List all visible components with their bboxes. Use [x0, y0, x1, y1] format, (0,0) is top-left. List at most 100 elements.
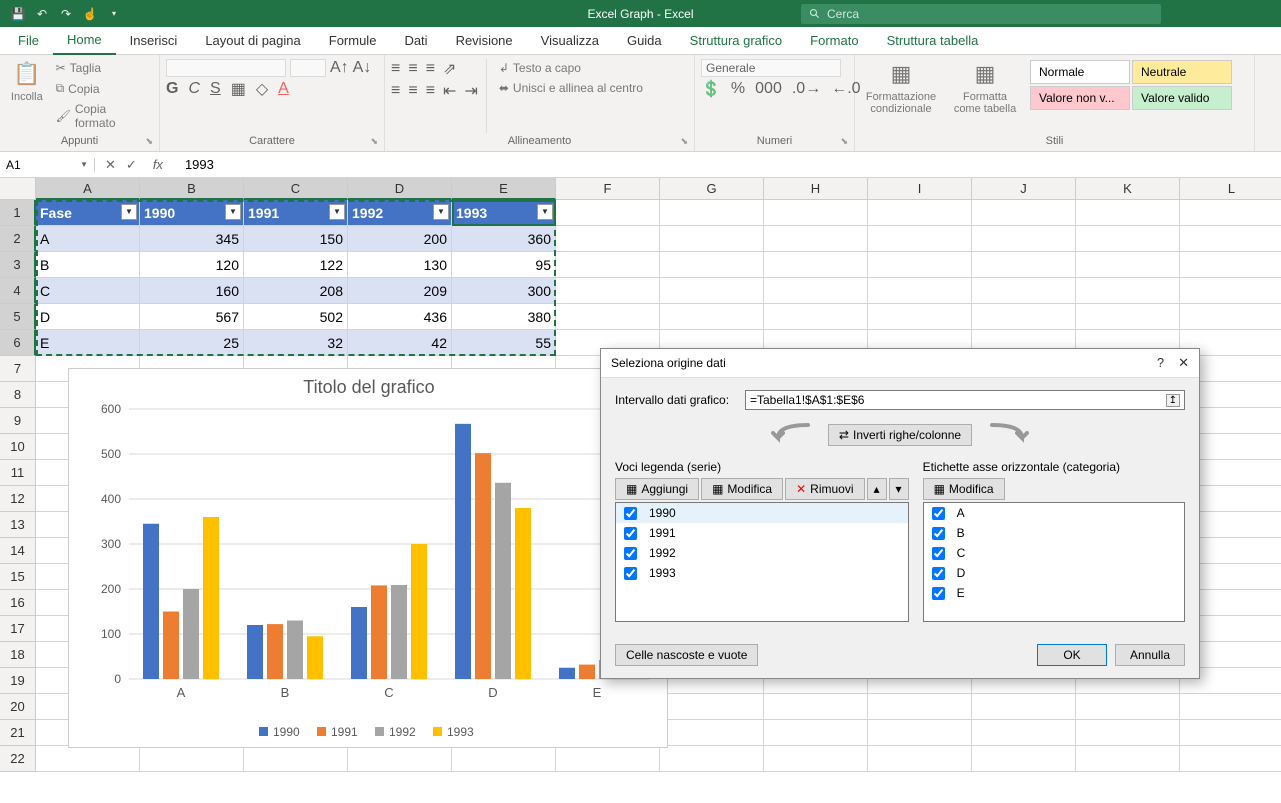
indent-inc-icon[interactable]: ⇥	[464, 81, 477, 101]
cell[interactable]: 25	[140, 330, 244, 356]
row-header[interactable]: 18	[0, 642, 36, 668]
font-name-input[interactable]	[166, 59, 286, 77]
cell[interactable]	[1180, 746, 1281, 772]
column-header[interactable]: H	[764, 178, 868, 200]
cell[interactable]	[972, 720, 1076, 746]
series-item[interactable]: 1990	[616, 503, 908, 523]
inc-decimal-icon[interactable]: .0→	[792, 80, 821, 98]
category-checkbox[interactable]	[932, 547, 945, 560]
font-size-input[interactable]	[290, 59, 326, 77]
cell[interactable]	[660, 720, 764, 746]
cell[interactable]	[1076, 720, 1180, 746]
cell[interactable]	[556, 200, 660, 226]
cell[interactable]	[556, 252, 660, 278]
tab-layout[interactable]: Layout di pagina	[191, 27, 314, 55]
cell[interactable]	[972, 304, 1076, 330]
formattazione-condizionale-button[interactable]: ▦Formattazione condizionale	[861, 59, 941, 117]
cell[interactable]	[660, 746, 764, 772]
row-header[interactable]: 15	[0, 564, 36, 590]
save-icon[interactable]: 💾	[10, 6, 26, 22]
row-header[interactable]: 11	[0, 460, 36, 486]
cell[interactable]	[1076, 226, 1180, 252]
cell[interactable]	[1180, 720, 1281, 746]
cell[interactable]	[868, 746, 972, 772]
cell[interactable]	[972, 252, 1076, 278]
cell[interactable]	[660, 200, 764, 226]
row-header[interactable]: 1	[0, 200, 36, 226]
qat-more-icon[interactable]: ▾	[106, 6, 122, 22]
cell[interactable]	[36, 746, 140, 772]
embedded-chart[interactable]: Titolo del grafico0100200300400500600ABC…	[68, 368, 668, 748]
move-up-button[interactable]: ▴	[867, 478, 887, 500]
cell[interactable]: 120	[140, 252, 244, 278]
row-header[interactable]: 8	[0, 382, 36, 408]
cell[interactable]: 360	[452, 226, 556, 252]
cell[interactable]	[348, 746, 452, 772]
cell[interactable]: 160	[140, 278, 244, 304]
series-item[interactable]: 1993	[616, 563, 908, 583]
cell[interactable]	[1076, 746, 1180, 772]
column-header[interactable]: B	[140, 178, 244, 200]
tab-dati[interactable]: Dati	[390, 27, 441, 55]
cell[interactable]: 122	[244, 252, 348, 278]
cell[interactable]: 95	[452, 252, 556, 278]
row-header[interactable]: 10	[0, 434, 36, 460]
cell[interactable]	[660, 278, 764, 304]
cell[interactable]: B	[36, 252, 140, 278]
cell[interactable]	[556, 746, 660, 772]
style-valore-valido[interactable]: Valore valido	[1132, 86, 1232, 110]
percent-icon[interactable]: %	[731, 80, 745, 98]
row-header[interactable]: 13	[0, 512, 36, 538]
category-checkbox[interactable]	[932, 507, 945, 520]
select-all-corner[interactable]	[0, 178, 36, 200]
category-checkbox[interactable]	[932, 567, 945, 580]
category-item[interactable]: A	[924, 503, 1184, 523]
category-item[interactable]: B	[924, 523, 1184, 543]
cell[interactable]	[1076, 304, 1180, 330]
cell[interactable]	[1076, 200, 1180, 226]
cell[interactable]	[868, 200, 972, 226]
tab-formato[interactable]: Formato	[796, 27, 872, 55]
cell[interactable]	[660, 694, 764, 720]
launcher-icon[interactable]: ⬊	[145, 136, 153, 147]
column-header[interactable]: L	[1180, 178, 1281, 200]
tab-guida[interactable]: Guida	[613, 27, 676, 55]
row-header[interactable]: 19	[0, 668, 36, 694]
style-valore-nv[interactable]: Valore non v...	[1030, 86, 1130, 110]
row-header[interactable]: 9	[0, 408, 36, 434]
cell[interactable]	[1076, 278, 1180, 304]
cell[interactable]: 32	[244, 330, 348, 356]
filter-button[interactable]: ▼	[537, 204, 553, 220]
column-header[interactable]: E	[452, 178, 556, 200]
cell[interactable]	[1180, 304, 1281, 330]
cell[interactable]: 300	[452, 278, 556, 304]
cell[interactable]	[556, 278, 660, 304]
fill-color-button[interactable]: ◇	[256, 79, 268, 99]
hidden-cells-button[interactable]: Celle nascoste e vuote	[615, 644, 758, 666]
cell[interactable]: 345	[140, 226, 244, 252]
bold-button[interactable]: G	[166, 80, 178, 98]
cell[interactable]: 209	[348, 278, 452, 304]
tab-home[interactable]: Home	[53, 27, 116, 55]
cancel-button[interactable]: Annulla	[1115, 644, 1185, 666]
category-checkbox[interactable]	[932, 527, 945, 540]
row-header[interactable]: 12	[0, 486, 36, 512]
unisci-button[interactable]: ⬌Unisci e allinea al centro	[495, 79, 647, 97]
filter-button[interactable]: ▼	[121, 204, 137, 220]
align-top-icon[interactable]: ≡	[391, 60, 400, 78]
category-item[interactable]: D	[924, 563, 1184, 583]
cell[interactable]	[972, 226, 1076, 252]
ok-button[interactable]: OK	[1037, 644, 1107, 666]
currency-icon[interactable]: 💲	[701, 79, 721, 99]
cell[interactable]	[868, 226, 972, 252]
category-item[interactable]: E	[924, 583, 1184, 603]
cell[interactable]	[868, 252, 972, 278]
cell[interactable]	[556, 226, 660, 252]
cancel-formula-icon[interactable]: ✕	[105, 157, 116, 173]
cell[interactable]	[140, 746, 244, 772]
column-header[interactable]: F	[556, 178, 660, 200]
copia-button[interactable]: ⧉Copia	[52, 79, 153, 98]
cell[interactable]	[764, 720, 868, 746]
chart-data-range-input[interactable]: =Tabella1!$A$1:$E$6 ↥	[745, 390, 1185, 410]
accept-formula-icon[interactable]: ✓	[126, 157, 137, 173]
